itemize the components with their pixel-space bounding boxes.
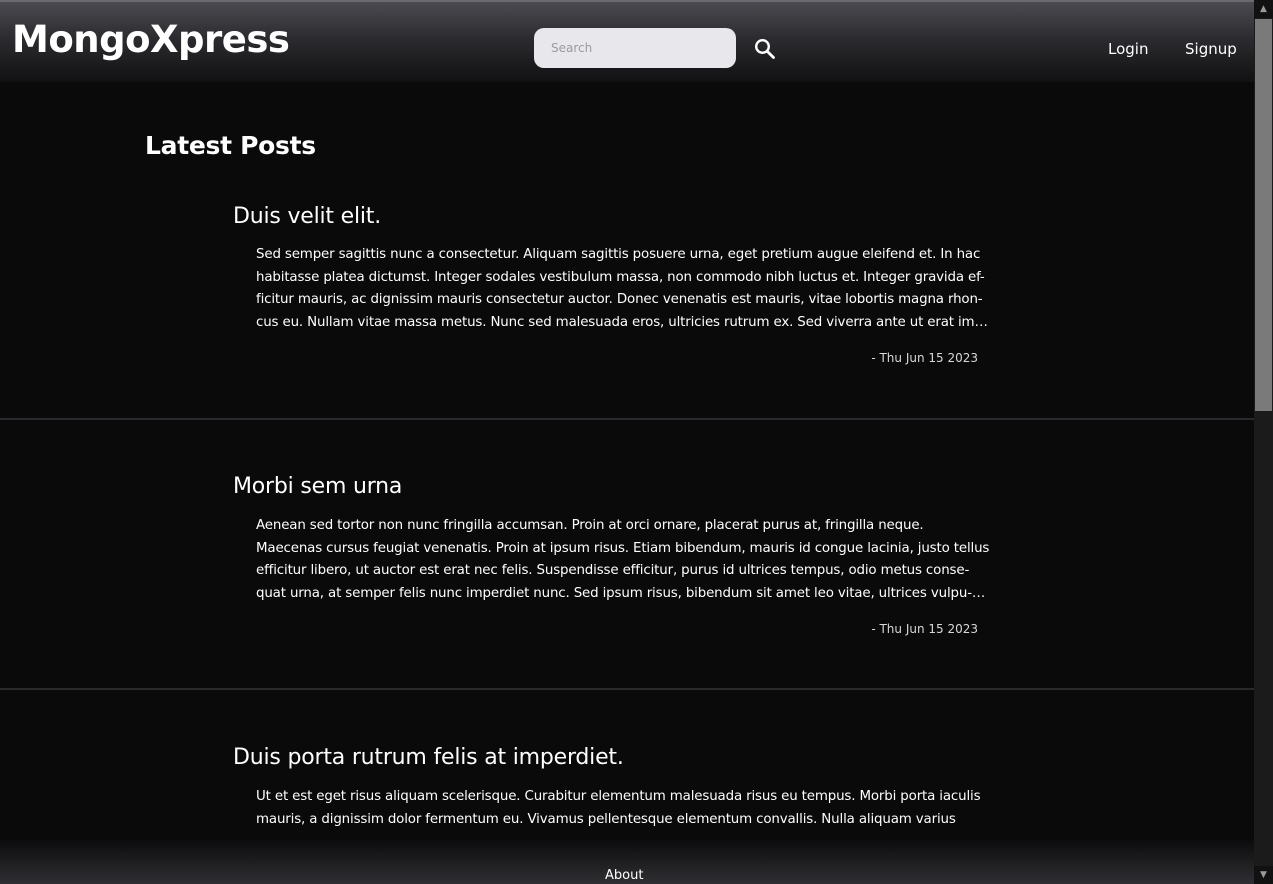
search-icon [754, 38, 775, 59]
post-excerpt: Ut et est eget risus aliquam scelerisque… [256, 789, 981, 827]
vertical-scrollbar[interactable]: ▲ ▼ [1254, 0, 1273, 884]
page-title: Latest Posts [145, 131, 316, 160]
login-link[interactable]: Login [1108, 40, 1148, 58]
search-input[interactable] [534, 28, 736, 68]
post-excerpt: Sed semper sagittis nunc a consectetur. … [256, 247, 985, 331]
post-title[interactable]: Morbi sem urna [233, 474, 402, 499]
site-footer: About [0, 838, 1254, 884]
post-date: - Thu Jun 15 2023 [871, 351, 978, 365]
scroll-up-button[interactable]: ▲ [1254, 0, 1273, 18]
page-viewport: MongoXpress Login Signup Latest Posts Du… [0, 0, 1254, 884]
signup-link[interactable]: Signup [1185, 40, 1237, 58]
post-date: - Thu Jun 15 2023 [871, 622, 978, 636]
post-divider [0, 688, 1254, 690]
scroll-down-button[interactable]: ▼ [1254, 866, 1273, 884]
post-title[interactable]: Duis velit elit. [233, 204, 381, 229]
site-logo[interactable]: MongoXpress [12, 21, 290, 58]
site-header: MongoXpress Login Signup [0, 2, 1254, 82]
about-link[interactable]: About [605, 868, 643, 883]
post-title[interactable]: Duis porta rutrum felis at imperdiet. [233, 745, 624, 770]
post-excerpt: Aenean sed tortor non nunc fringilla acc… [256, 518, 990, 602]
post-divider [0, 418, 1254, 420]
chevron-up-icon: ▲ [1260, 4, 1267, 14]
scrollbar-thumb[interactable] [1255, 19, 1272, 411]
search-button[interactable] [752, 36, 778, 62]
chevron-down-icon: ▼ [1260, 870, 1267, 880]
